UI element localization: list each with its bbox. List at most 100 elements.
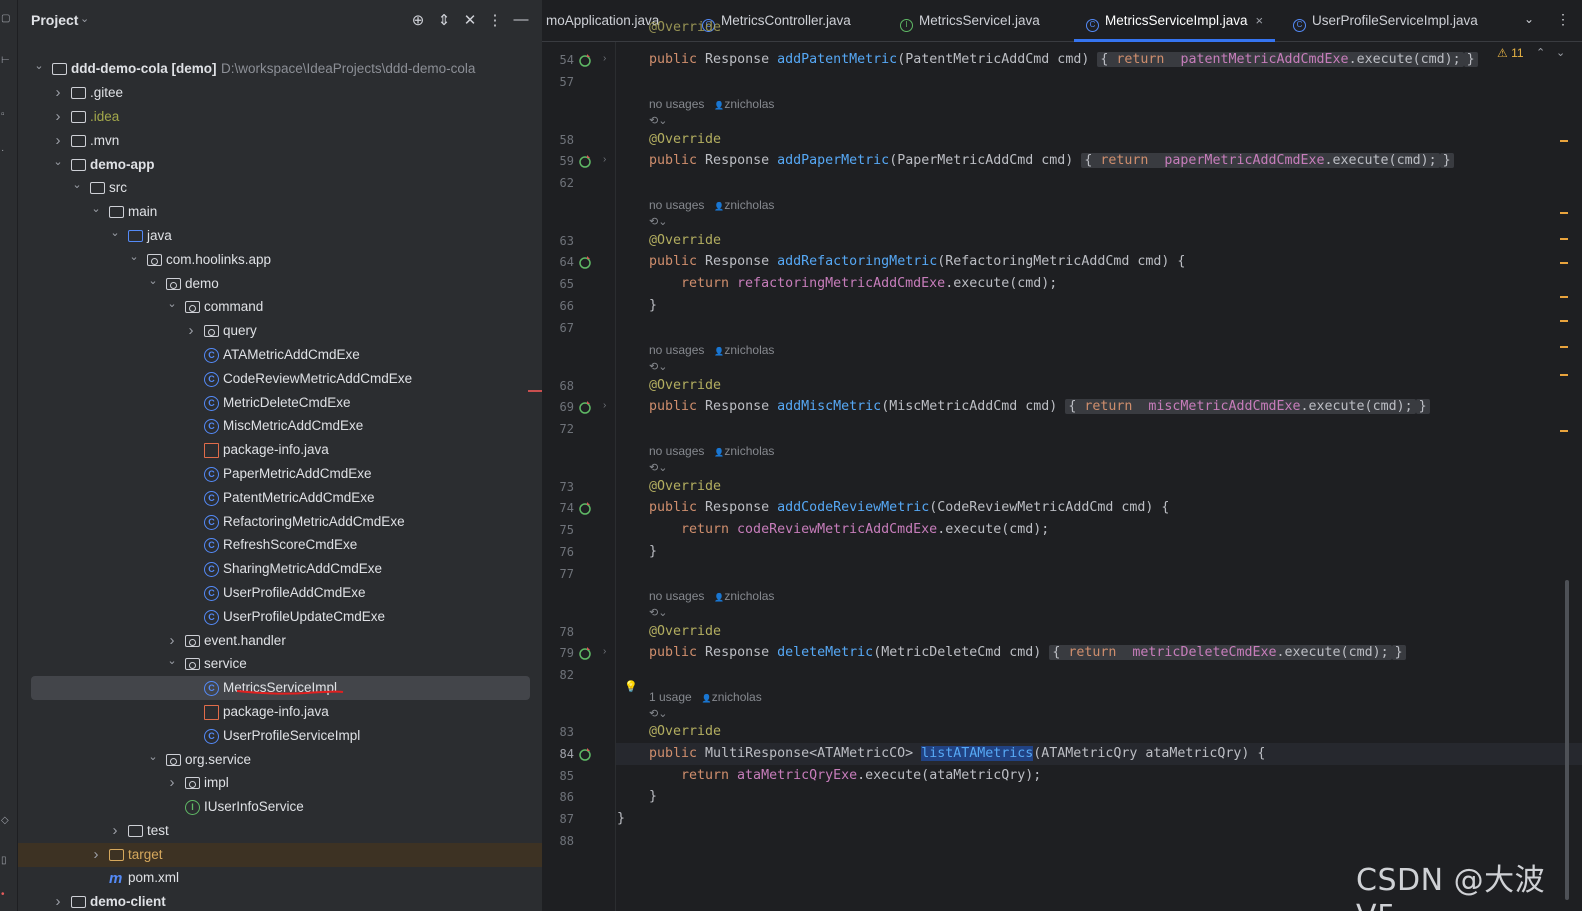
tree-item[interactable]: C ATAMetricAddCmdExe <box>18 343 542 367</box>
ai-action-icon[interactable]: ⟲⌄ <box>649 114 667 127</box>
chevron-down-icon[interactable]: ⌄ <box>80 12 89 25</box>
tree-item[interactable]: C RefactoringMetricAddCmdExe <box>18 510 542 534</box>
tree-item[interactable]: › test <box>18 819 542 843</box>
warning-stripe[interactable] <box>1560 262 1568 264</box>
chevron-down-icon[interactable]: ⌄ <box>1524 12 1534 26</box>
ai-action-icon[interactable]: ⟲⌄ <box>649 215 667 228</box>
chevron-right-icon[interactable]: › <box>52 890 64 911</box>
ai-action-icon[interactable]: ⟲⌄ <box>649 707 667 720</box>
chevron-right-icon[interactable]: › <box>166 771 178 795</box>
tree-item[interactable]: C MetricsServiceImpl <box>31 676 530 700</box>
ai-action-icon[interactable]: ⟲⌄ <box>649 461 667 474</box>
code-vision-hint[interactable]: no usages 👤znicholas <box>649 444 774 458</box>
project-tool-icon[interactable]: ▢ <box>1 14 11 24</box>
tree-item[interactable]: ⌄ com.hoolinks.app <box>18 248 542 272</box>
tree-item[interactable]: m pom.xml <box>18 866 542 890</box>
hide-icon[interactable]: — <box>512 11 530 28</box>
chevron-down-icon[interactable]: ⌄ <box>147 745 159 769</box>
expand-all-icon[interactable]: ⇕ <box>435 11 453 29</box>
options-menu-icon[interactable]: ⋮ <box>486 11 504 29</box>
chevron-down-icon[interactable]: ⌄ <box>33 54 45 78</box>
tree-item[interactable]: › event.handler <box>18 629 542 653</box>
tree-item[interactable]: C UserProfileUpdateCmdExe <box>18 605 542 629</box>
code-vision-hint[interactable]: no usages 👤znicholas <box>649 343 774 357</box>
chevron-down-icon[interactable]: ⌄ <box>1556 46 1565 59</box>
tab-metrics-controller[interactable]: C MetricsController.java <box>702 0 851 41</box>
folded-region[interactable]: { return patentMetricAddCmdExe.execute(c… <box>1097 52 1464 67</box>
warning-indicator[interactable]: ⚠ 11 <box>1497 46 1524 60</box>
code-vision-hint[interactable]: no usages 👤znicholas <box>649 589 774 603</box>
tree-item[interactable]: › impl <box>18 771 542 795</box>
lightbulb-icon[interactable]: 💡 <box>624 680 638 694</box>
chevron-right-icon[interactable]: › <box>109 819 121 843</box>
tree-item[interactable]: › query <box>18 319 542 343</box>
tree-item[interactable]: C MiscMetricAddCmdExe <box>18 414 542 438</box>
warning-stripe[interactable] <box>1560 140 1568 142</box>
chevron-right-icon[interactable]: › <box>52 81 64 105</box>
chevron-down-icon[interactable]: ⌄ <box>166 292 178 316</box>
tab-demo-application[interactable]: moApplication.java <box>546 0 659 41</box>
override-marker-icon[interactable] <box>578 400 592 414</box>
tab-user-profile-service-impl[interactable]: C UserProfileServiceImpl.java <box>1293 0 1478 41</box>
tree-item[interactable]: ⌄ command <box>18 295 542 319</box>
tree-item[interactable]: ⌄ demo <box>18 272 542 296</box>
override-marker-icon[interactable] <box>578 255 592 269</box>
folded-region-end[interactable]: } <box>1463 52 1478 67</box>
chevron-down-icon[interactable]: ⌄ <box>71 173 83 197</box>
tab-metrics-service-i[interactable]: I MetricsServiceI.java <box>900 0 1040 41</box>
tree-item[interactable]: package-info.java <box>18 700 542 724</box>
warning-stripe[interactable] <box>1560 212 1568 214</box>
tree-item[interactable]: C SharingMetricAddCmdExe <box>18 557 542 581</box>
project-title[interactable]: Project <box>31 12 78 28</box>
tree-item[interactable]: ⌄ demo-app <box>18 153 542 177</box>
folded-region[interactable]: { return metricDeleteCmdExe.execute(cmd)… <box>1049 645 1392 660</box>
folded-region[interactable]: { return miscMetricAddCmdExe.execute(cmd… <box>1065 399 1416 414</box>
warning-stripe[interactable] <box>1560 374 1568 376</box>
chevron-down-icon[interactable]: ⌄ <box>109 221 121 245</box>
tree-item[interactable]: C PaperMetricAddCmdExe <box>18 462 542 486</box>
terminal-tool-icon[interactable]: ▯ <box>1 856 11 866</box>
folded-region-end[interactable]: } <box>1415 399 1430 414</box>
tree-item[interactable]: C UserProfileAddCmdExe <box>18 581 542 605</box>
tree-item[interactable]: › .gitee <box>18 81 542 105</box>
folded-region-end[interactable]: } <box>1439 153 1454 168</box>
chevron-right-icon[interactable]: › <box>603 646 606 657</box>
tree-item[interactable]: › demo-client <box>18 890 542 911</box>
folded-region[interactable]: { return paperMetricAddCmdExe.execute(cm… <box>1081 153 1440 168</box>
structure-tool-icon[interactable]: ▫ <box>1 110 11 120</box>
chevron-right-icon[interactable]: › <box>52 105 64 129</box>
more-tools-icon[interactable]: · <box>1 146 11 156</box>
warning-stripe[interactable] <box>1560 238 1568 240</box>
chevron-down-icon[interactable]: ⌄ <box>166 649 178 673</box>
tree-item[interactable]: ⌄ ddd-demo-cola [demo] D:\workspace\IdeaPr… <box>18 57 542 81</box>
ai-action-icon[interactable]: ⟲⌄ <box>649 360 667 373</box>
override-marker-icon[interactable] <box>578 501 592 515</box>
warning-stripe[interactable] <box>1560 320 1568 322</box>
tree-item[interactable]: › .mvn <box>18 129 542 153</box>
tree-item[interactable]: › target <box>18 843 542 867</box>
tree-item[interactable]: C UserProfileServiceImpl <box>18 724 542 748</box>
tree-item[interactable]: package-info.java <box>18 438 542 462</box>
warning-stripe[interactable] <box>1560 296 1568 298</box>
tree-item[interactable]: C RefreshScoreCmdExe <box>18 533 542 557</box>
code-vision-hint[interactable]: 1 usage 👤znicholas <box>649 690 762 704</box>
tree-item[interactable]: ⌄ main <box>18 200 542 224</box>
override-marker-icon[interactable] <box>578 53 592 67</box>
override-marker-icon[interactable] <box>578 154 592 168</box>
close-icon[interactable]: × <box>1256 13 1264 28</box>
chevron-up-icon[interactable]: ⌃ <box>1536 46 1545 59</box>
chevron-down-icon[interactable]: ⌄ <box>128 245 140 269</box>
tree-item[interactable]: C MetricDeleteCmdExe <box>18 391 542 415</box>
code-vision-hint[interactable]: no usages 👤znicholas <box>649 97 774 111</box>
more-icon[interactable]: ⋮ <box>1556 11 1570 28</box>
commit-tool-icon[interactable]: ⊢ <box>1 56 11 66</box>
tab-metrics-service-impl[interactable]: C MetricsServiceImpl.java × <box>1073 0 1276 42</box>
tree-item[interactable]: › .idea <box>18 105 542 129</box>
chevron-down-icon[interactable]: ⌄ <box>147 269 159 293</box>
folded-region-end[interactable]: } <box>1391 645 1406 660</box>
override-marker-icon[interactable] <box>578 646 592 660</box>
tree-item[interactable]: ⌄ org.service <box>18 748 542 772</box>
chevron-right-icon[interactable]: › <box>603 400 606 411</box>
editor-scrollbar[interactable] <box>1565 580 1569 900</box>
tree-item[interactable]: I IUserInfoService <box>18 795 542 819</box>
